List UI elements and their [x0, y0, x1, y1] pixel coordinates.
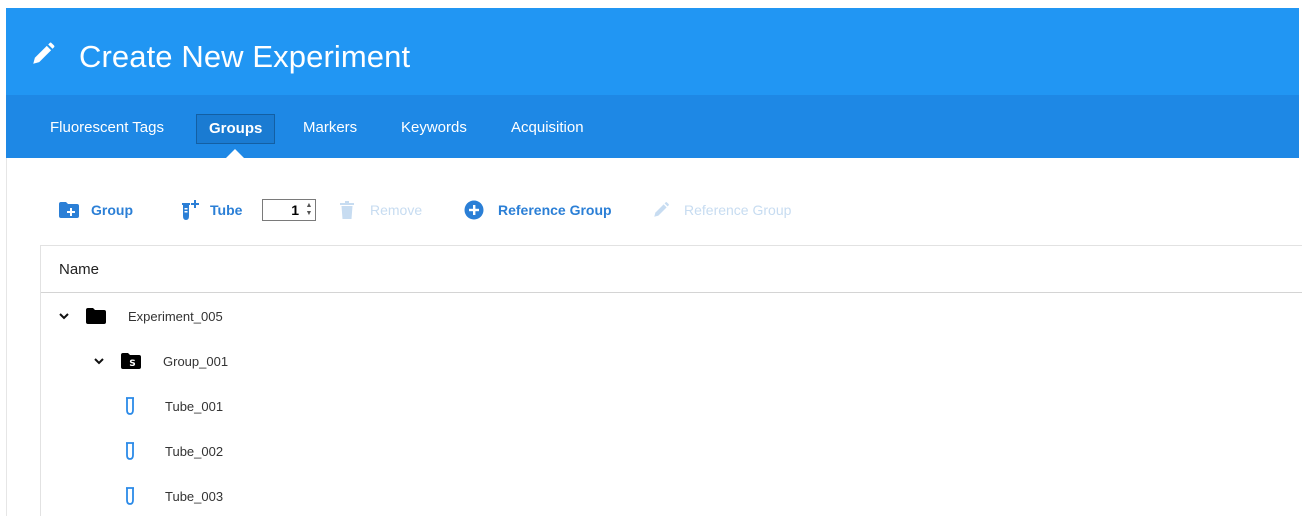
tree-row-label: Tube_003	[165, 488, 224, 504]
folder-icon	[86, 308, 106, 324]
pencil-icon	[33, 42, 55, 64]
tube-icon	[126, 397, 134, 415]
tree-row-label: Group_001	[163, 353, 229, 369]
app-header: Create New Experiment	[6, 8, 1299, 95]
add-tube-button[interactable]: Tube	[180, 198, 242, 222]
stepper-down-icon[interactable]: ▼	[306, 210, 313, 218]
add-tube-label: Tube	[210, 202, 243, 218]
page-title: Create New Experiment	[79, 39, 411, 74]
tab-bar: Fluorescent Tags Groups Markers Keywords…	[6, 95, 1299, 158]
tab-keywords[interactable]: Keywords	[401, 116, 467, 144]
panel-border	[6, 158, 7, 516]
tube-icon	[126, 442, 134, 460]
stepper-up-icon[interactable]: ▲	[306, 202, 313, 210]
tree-row-tube[interactable]: Tube_002	[125, 439, 223, 463]
trash-icon	[340, 201, 354, 219]
tree-row-label: Tube_001	[165, 398, 224, 414]
group-folder-icon: S	[121, 353, 141, 369]
tab-acquisition[interactable]: Acquisition	[511, 116, 584, 144]
edit-reference-group-label: Reference Group	[684, 202, 792, 218]
tree-row-tube[interactable]: Tube_003	[125, 484, 223, 508]
chevron-down-icon[interactable]	[92, 357, 106, 365]
pencil-icon	[654, 202, 669, 217]
tree-row-experiment[interactable]: Experiment_005	[57, 304, 223, 328]
add-folder-icon	[59, 202, 79, 218]
remove-button[interactable]: Remove	[340, 198, 422, 222]
edit-reference-group-button[interactable]: Reference Group	[652, 198, 791, 222]
table-header: Name	[41, 246, 1302, 293]
stepper-arrows[interactable]: ▲ ▼	[303, 200, 315, 220]
chevron-down-icon[interactable]	[57, 312, 71, 320]
tab-markers[interactable]: Markers	[303, 116, 357, 144]
tree-row-tube[interactable]: Tube_001	[125, 394, 223, 418]
tree-row-label: Tube_002	[165, 443, 224, 459]
column-header-name[interactable]: Name	[59, 261, 99, 278]
tube-icon	[126, 487, 134, 505]
group-badge: S	[129, 359, 135, 369]
experiment-tree: Name Experiment_005 S Group_001 Tube_001	[40, 245, 1302, 516]
add-group-label: Group	[91, 202, 133, 218]
plus-circle-icon	[464, 200, 484, 220]
tube-count-value[interactable]: 1	[263, 202, 303, 218]
add-group-button[interactable]: Group	[59, 198, 133, 222]
tree-row-group[interactable]: S Group_001	[92, 349, 228, 373]
tree-row-label: Experiment_005	[128, 308, 223, 324]
tube-count-stepper[interactable]: 1 ▲ ▼	[262, 199, 316, 221]
remove-label: Remove	[370, 202, 423, 218]
add-tube-icon	[182, 200, 199, 220]
active-tab-indicator	[226, 149, 244, 158]
add-reference-group-label: Reference Group	[498, 202, 612, 218]
toolbar: Group Tube 1 ▲ ▼ Remove Reference Group …	[6, 190, 1296, 230]
tab-fluorescent-tags[interactable]: Fluorescent Tags	[50, 116, 164, 144]
tab-groups[interactable]: Groups	[196, 114, 276, 144]
add-reference-group-button[interactable]: Reference Group	[464, 198, 612, 222]
